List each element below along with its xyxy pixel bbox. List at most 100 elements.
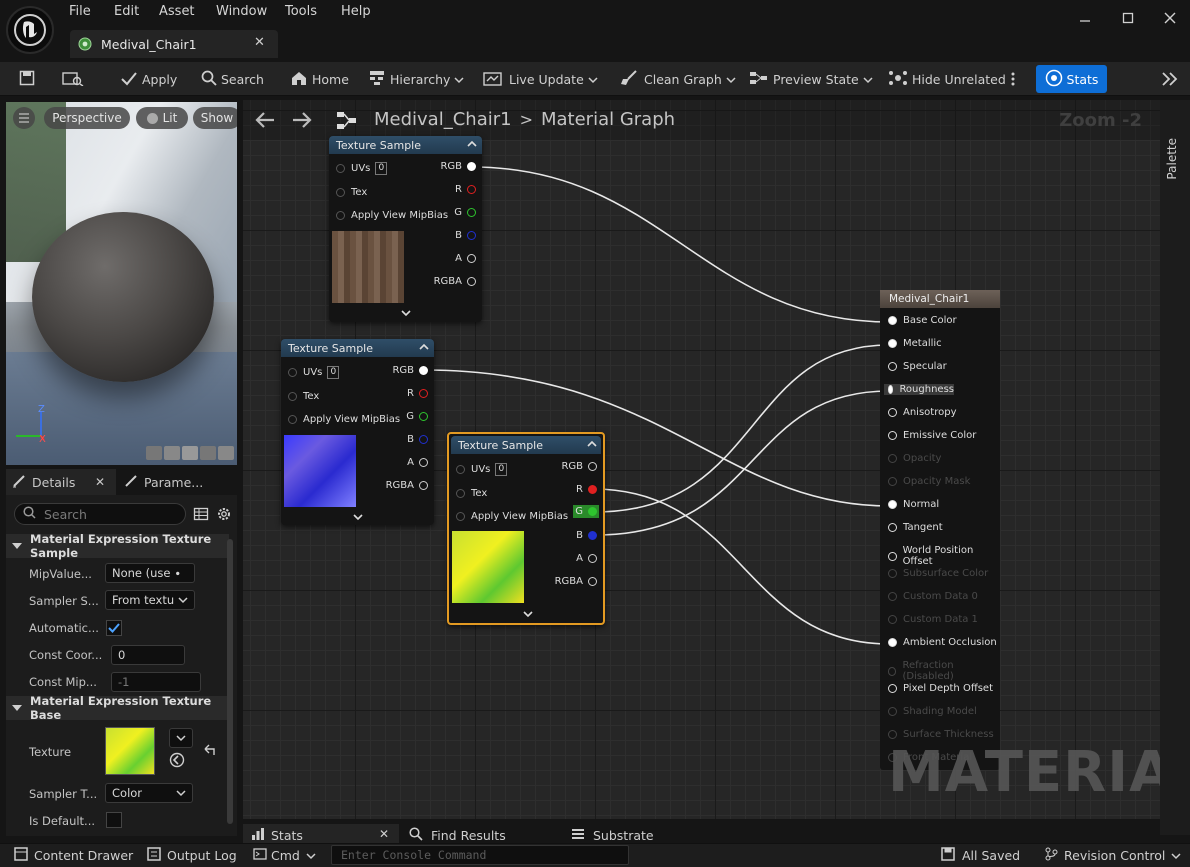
uvs-input-pin[interactable]: UVs 0 (336, 162, 388, 175)
live-update-dropdown[interactable]: Live Update (483, 68, 602, 90)
material-input-pin[interactable]: World Position Offset (888, 545, 1000, 567)
rgb-output-pin[interactable]: RGB (561, 461, 597, 472)
lit-button[interactable]: Lit (136, 107, 188, 129)
material-input-pin[interactable]: Metallic (888, 338, 942, 349)
apply-button[interactable]: Apply (120, 68, 177, 90)
material-input-pin[interactable]: Opacity Mask (888, 476, 970, 487)
prop-sampler-source-dropdown[interactable]: From textu (105, 590, 195, 610)
r-output-pin[interactable]: R (407, 388, 428, 399)
menu-window[interactable]: Window (216, 4, 267, 19)
rgba-output-pin[interactable]: RGBA (386, 480, 428, 491)
g-output-pin[interactable]: G (454, 207, 476, 218)
tex-input-pin[interactable]: Tex (336, 187, 367, 198)
stats-button[interactable]: Stats (1036, 65, 1107, 93)
section-texture-sample[interactable]: Material Expression Texture Sample (6, 532, 229, 560)
preview-mesh-buttons[interactable] (146, 446, 234, 460)
reset-arrow-icon[interactable] (202, 744, 216, 759)
tab-substrate[interactable]: Substrate (571, 827, 654, 844)
console-command-input[interactable]: Enter Console Command (331, 845, 629, 865)
close-window-icon[interactable] (1159, 8, 1181, 28)
prop-const-mip-input[interactable]: -1 (111, 672, 201, 692)
preview-viewport[interactable]: Perspective Lit Show Z X (6, 102, 237, 465)
tex-input-pin[interactable]: Tex (288, 391, 319, 402)
back-arrow-icon[interactable] (254, 110, 276, 133)
details-scrollbar[interactable] (227, 539, 233, 824)
material-input-pin[interactable]: Tangent (888, 522, 943, 533)
hierarchy-dropdown[interactable]: Hierarchy (368, 68, 468, 90)
texture-picker-dropdown[interactable] (169, 728, 193, 748)
tab-details[interactable]: Details ✕ (6, 469, 116, 495)
material-input-pin[interactable]: Refraction (Disabled) (888, 660, 1000, 682)
browse-button[interactable] (62, 68, 88, 90)
content-drawer-button[interactable]: Content Drawer (14, 847, 133, 864)
expand-node-icon[interactable] (401, 309, 411, 317)
material-input-pin[interactable]: Custom Data 0 (888, 591, 978, 602)
rgb-output-pin[interactable]: RGB (392, 365, 428, 376)
material-input-pin[interactable]: Base Color (888, 315, 957, 326)
material-input-pin[interactable]: Pixel Depth Offset (888, 683, 993, 694)
menu-file[interactable]: File (69, 4, 91, 19)
all-saved-indicator[interactable]: All Saved (941, 847, 1020, 864)
material-input-pin[interactable]: Emissive Color (888, 430, 976, 441)
r-output-pin[interactable]: R (576, 484, 597, 495)
preview-state-dropdown[interactable]: Preview State (749, 68, 877, 90)
minimize-icon[interactable] (1074, 8, 1096, 28)
breadcrumb-asset[interactable]: Medival_Chair1 (374, 109, 512, 130)
a-output-pin[interactable]: A (455, 253, 476, 264)
uvs-input-pin[interactable]: UVs 0 (456, 463, 508, 476)
hide-unrelated-button[interactable]: Hide Unrelated (888, 68, 1006, 90)
details-search-input[interactable]: Search (14, 503, 186, 525)
expand-node-icon[interactable] (523, 610, 533, 618)
automatic-checkbox[interactable] (106, 620, 122, 636)
b-output-pin[interactable]: B (455, 230, 476, 241)
material-input-pin[interactable]: Opacity (888, 453, 941, 464)
settings-gear-icon[interactable] (216, 506, 232, 525)
tex-input-pin[interactable]: Tex (456, 488, 487, 499)
material-input-pin[interactable]: Normal (888, 499, 939, 510)
material-input-pin[interactable]: Specular (888, 361, 947, 372)
is-default-checkbox[interactable] (106, 812, 122, 828)
prop-sampler-type-dropdown[interactable]: Color (105, 783, 193, 803)
viewport-menu-icon[interactable] (13, 107, 35, 129)
prop-const-coord-input[interactable]: 0 (111, 645, 185, 665)
menu-tools[interactable]: Tools (285, 4, 317, 19)
b-output-pin[interactable]: B (407, 434, 428, 445)
g-output-pin[interactable]: G (406, 411, 428, 422)
rgba-output-pin[interactable]: RGBA (434, 276, 476, 287)
prop-mipvalue-dropdown[interactable]: None (use ∙ (105, 563, 195, 583)
table-view-icon[interactable] (193, 506, 209, 525)
cmd-dropdown[interactable]: Cmd (253, 847, 316, 864)
texture-sample-node-2[interactable]: Texture Sample UVs 0 Tex Apply View MipBi… (281, 339, 434, 525)
material-output-node[interactable]: Medival_Chair1 Base Color Metallic Specula… (880, 290, 1000, 770)
use-selected-asset-icon[interactable] (169, 752, 185, 771)
more-options-icon[interactable] (1010, 68, 1020, 90)
a-output-pin[interactable]: A (407, 457, 428, 468)
a-output-pin[interactable]: A (576, 553, 597, 564)
material-input-pin[interactable]: Custom Data 1 (888, 614, 978, 625)
collapse-node-icon[interactable] (467, 140, 477, 148)
close-tab-icon[interactable]: ✕ (254, 35, 265, 50)
uvs-input-pin[interactable]: UVs 0 (288, 366, 340, 379)
unreal-logo-icon[interactable] (6, 6, 54, 54)
g-output-pin[interactable]: G (573, 505, 599, 518)
material-input-pin[interactable]: Anisotropy (888, 407, 956, 418)
search-button[interactable]: Search (201, 68, 264, 90)
r-output-pin[interactable]: R (455, 184, 476, 195)
close-stats-tab-icon[interactable]: ✕ (379, 827, 389, 841)
show-button[interactable]: Show (193, 107, 237, 129)
output-log-button[interactable]: Output Log (147, 847, 237, 864)
collapse-node-icon[interactable] (419, 343, 429, 351)
material-input-pin[interactable]: Roughness (884, 384, 954, 395)
clean-graph-dropdown[interactable]: Clean Graph (620, 68, 740, 90)
texture-thumbnail[interactable] (105, 727, 155, 775)
menu-asset[interactable]: Asset (159, 4, 195, 19)
close-details-tab-icon[interactable]: ✕ (95, 475, 105, 489)
section-texture-base[interactable]: Material Expression Texture Base (6, 694, 229, 722)
b-output-pin[interactable]: B (576, 530, 597, 541)
save-button[interactable] (19, 68, 39, 90)
expand-toolbar-icon[interactable] (1161, 68, 1183, 90)
expand-node-icon[interactable] (353, 513, 363, 521)
menu-edit[interactable]: Edit (114, 4, 139, 19)
home-button[interactable]: Home (290, 68, 349, 90)
rgba-output-pin[interactable]: RGBA (555, 576, 597, 587)
